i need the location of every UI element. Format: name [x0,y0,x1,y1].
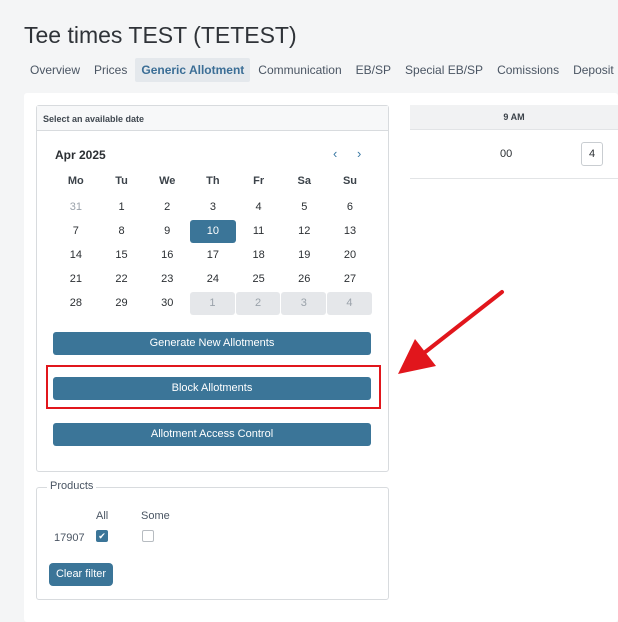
tab-generic-allotment[interactable]: Generic Allotment [135,58,251,82]
weekday-label: We [159,175,176,187]
calendar-card: Select an available date Apr 2025 ‹ › Mo… [36,105,389,472]
calendar-week: 28 29 30 1 2 3 4 [53,292,373,316]
allotment-count-input[interactable]: 4 [581,142,603,166]
calendar-day[interactable]: 13 [327,220,373,243]
allotment-row: 00 4 [410,130,618,179]
calendar-grid: Mo Tu We Th Fr Sa Su 31 1 2 3 4 5 6 7 8 … [53,172,373,316]
tab-deposit[interactable]: Deposit [567,58,618,82]
calendar-day[interactable]: 30 [144,292,190,315]
tab-eb-sp[interactable]: EB/SP [350,58,397,82]
calendar-day[interactable]: 12 [281,220,327,243]
hour-column-header: 9 AM [410,105,618,130]
checkmark-icon: ✔ [98,531,106,541]
calendar-day[interactable]: 29 [99,292,145,315]
calendar-day[interactable]: 18 [236,244,282,267]
calendar-day[interactable]: 14 [53,244,99,267]
calendar-day[interactable]: 22 [99,268,145,291]
tab-communication[interactable]: Communication [252,58,347,82]
calendar-day[interactable]: 21 [53,268,99,291]
minute-label: 00 [500,148,513,160]
calendar-day-disabled: 2 [235,292,281,315]
tab-overview[interactable]: Overview [24,58,86,82]
calendar-day[interactable]: 16 [144,244,190,267]
calendar-week: 14 15 16 17 18 19 20 [53,244,373,268]
chevron-left-icon[interactable]: ‹ [333,146,337,161]
highlight-box [46,365,381,409]
weekday-label: Fr [253,175,265,187]
weekday-label: Th [206,175,220,187]
allotment-access-control-button[interactable]: Allotment Access Control [53,423,371,446]
calendar-week: 21 22 23 24 25 26 27 [53,268,373,292]
calendar-day[interactable]: 9 [144,220,190,243]
calendar-day[interactable]: 31 [53,196,99,219]
tab-special-eb-sp[interactable]: Special EB/SP [399,58,489,82]
weekday-label: Mo [67,175,84,187]
clear-filter-button[interactable]: Clear filter [49,563,113,586]
calendar-day[interactable]: 17 [190,244,236,267]
calendar-day[interactable]: 6 [327,196,373,219]
calendar-day-disabled: 1 [190,292,235,315]
some-checkbox[interactable] [142,530,154,542]
products-filter: Products All Some 17907 ✔ Clear filter [36,480,389,600]
generate-allotments-button[interactable]: Generate New Allotments [53,332,371,355]
calendar-day[interactable]: 5 [281,196,327,219]
calendar-day-selected[interactable]: 10 [190,220,236,243]
calendar-month: Apr 2025 [55,148,106,162]
calendar-day[interactable]: 28 [53,292,99,315]
calendar-day[interactable]: 2 [144,196,190,219]
calendar-day[interactable]: 20 [327,244,373,267]
weekday-label: Tu [115,175,128,187]
weekday-label: Sa [297,175,312,187]
product-id: 17907 [54,532,85,544]
calendar-day[interactable]: 19 [281,244,327,267]
calendar-week: 7 8 9 10 11 12 13 [53,220,373,244]
calendar-day[interactable]: 24 [190,268,236,291]
calendar-day[interactable]: 1 [99,196,145,219]
chevron-right-icon[interactable]: › [357,146,361,161]
some-column-label: Some [141,510,170,522]
calendar-header: Select an available date [37,106,388,131]
calendar-week: 31 1 2 3 4 5 6 [53,196,373,220]
calendar-day[interactable]: 4 [236,196,282,219]
calendar-day[interactable]: 23 [144,268,190,291]
all-column-label: All [96,510,109,522]
calendar-day[interactable]: 25 [236,268,282,291]
weekday-label: Su [342,175,357,187]
tab-prices[interactable]: Prices [88,58,133,82]
calendar-day[interactable]: 7 [53,220,99,243]
tab-comissions[interactable]: Comissions [491,58,565,82]
calendar-day-disabled: 4 [327,292,372,315]
calendar-day[interactable]: 11 [236,220,282,243]
products-legend: Products [47,480,97,492]
page-title: Tee times TEST (TETEST) [24,22,297,48]
all-checkbox[interactable]: ✔ [96,530,108,542]
calendar-day-disabled: 3 [281,292,327,315]
calendar-day[interactable]: 8 [99,220,145,243]
calendar-day[interactable]: 26 [281,268,327,291]
calendar-day[interactable]: 3 [190,196,236,219]
calendar-day[interactable]: 15 [99,244,145,267]
weekday-header-row: Mo Tu We Th Fr Sa Su [53,172,373,190]
tab-bar: Overview Prices Generic Allotment Commun… [24,58,618,82]
calendar-day[interactable]: 27 [327,268,373,291]
